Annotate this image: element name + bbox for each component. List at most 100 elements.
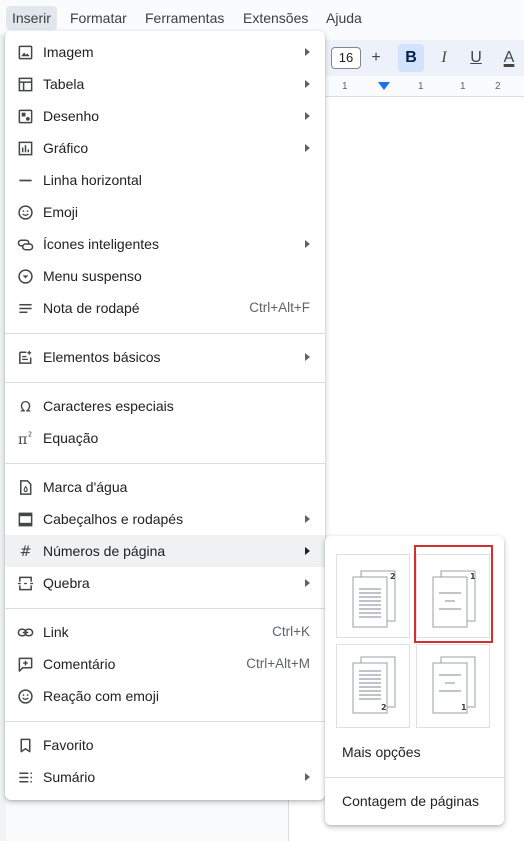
svg-text:π: π (18, 432, 27, 447)
menu-item-label: Reação com emoji (43, 688, 159, 704)
menu-item-label: Tabela (43, 76, 85, 92)
image-icon (18, 45, 33, 60)
svg-text:2: 2 (28, 431, 32, 439)
menu-item-label: Caracteres especiais (43, 398, 174, 414)
menu-formatar[interactable]: Formatar (64, 6, 133, 30)
page-number-option-top-right-all-pages[interactable]: 2 (336, 554, 410, 638)
insert-menu: Imagem Tabela Desenho Gráfico Linha hori… (5, 31, 325, 800)
smart-chip-icon (17, 239, 34, 251)
menu-item-label: Link (43, 624, 69, 640)
menu-item-link[interactable]: Link Ctrl+K (5, 616, 325, 648)
menu-item-label: Ícones inteligentes (43, 236, 159, 252)
menu-item-label: Elementos básicos (43, 349, 161, 365)
shortcut-label: Ctrl+Alt+F (249, 300, 310, 315)
more-options-item[interactable]: Mais opções (342, 742, 421, 762)
bold-button[interactable]: B (398, 44, 424, 72)
menu-bar: Inserir Formatar Ferramentas Extensões A… (0, 0, 524, 34)
watermark-icon (20, 480, 32, 495)
pi-icon: π2 (18, 431, 32, 447)
ruler-label: 2 (495, 81, 501, 92)
menu-item-numeros-de-pagina[interactable]: # Números de página (5, 535, 325, 567)
submenu-arrow-icon (305, 579, 310, 587)
submenu-arrow-icon (305, 547, 310, 555)
menu-item-elementos-basicos[interactable]: Elementos básicos (5, 341, 325, 373)
menu-item-label: Marca d'água (43, 479, 128, 495)
submenu-arrow-icon (305, 144, 310, 152)
menu-item-menu-suspenso[interactable]: Menu suspenso (5, 260, 325, 292)
menu-item-grafico[interactable]: Gráfico (5, 132, 325, 164)
menu-ferramentas[interactable]: Ferramentas (139, 6, 230, 30)
menu-divider (5, 721, 325, 722)
menu-extensoes[interactable]: Extensões (237, 6, 314, 30)
link-icon (17, 628, 34, 637)
submenu-arrow-icon (305, 240, 310, 248)
menu-item-label: Comentário (43, 656, 116, 672)
page-thumbnail-icon: 1 (432, 656, 476, 714)
menu-item-imagem[interactable]: Imagem (5, 36, 325, 68)
menu-item-comentario[interactable]: Comentário Ctrl+Alt+M (5, 648, 325, 680)
menu-ajuda[interactable]: Ajuda (320, 6, 368, 30)
page-number-glyph: 2 (381, 703, 387, 712)
italic-button[interactable]: I (431, 44, 457, 72)
ruler-label: 1 (418, 81, 424, 92)
page-number-option-bottom-right-all-pages[interactable]: 2 (336, 644, 410, 728)
menu-item-label: Emoji (43, 204, 79, 220)
dropdown-icon (18, 269, 33, 284)
menu-item-nota-de-rodape[interactable]: Nota de rodapé Ctrl+Alt+F (5, 292, 325, 324)
font-size-input[interactable]: 16 (331, 47, 361, 69)
menu-divider (5, 333, 325, 334)
increase-font-size-button[interactable]: + (363, 44, 389, 72)
submenu-arrow-icon (305, 48, 310, 56)
submenu-arrow-icon (305, 353, 310, 361)
menu-item-label: Imagem (43, 44, 94, 60)
svg-text:Ω: Ω (20, 400, 31, 415)
shortcut-label: Ctrl+Alt+M (246, 656, 310, 671)
menu-item-marca-dagua[interactable]: Marca d'água (5, 471, 325, 503)
menu-item-tabela[interactable]: Tabela (5, 68, 325, 100)
ruler[interactable]: 1 1 1 2 (325, 78, 524, 97)
menu-item-emoji[interactable]: Emoji (5, 196, 325, 228)
chart-icon (18, 141, 33, 156)
menu-item-label: Sumário (43, 769, 96, 785)
toc-icon (19, 772, 33, 783)
menu-item-icones-inteligentes[interactable]: Ícones inteligentes (5, 228, 325, 260)
omega-icon: Ω (20, 400, 31, 415)
submenu-arrow-icon (305, 515, 310, 523)
menu-item-equacao[interactable]: π2 Equação (5, 422, 325, 454)
menu-item-quebra[interactable]: Quebra (5, 567, 325, 599)
page-count-item[interactable]: Contagem de páginas (342, 791, 479, 811)
menu-item-desenho[interactable]: Desenho (5, 100, 325, 132)
page-number-glyph: 1 (461, 703, 467, 712)
menu-divider (5, 608, 325, 609)
menu-item-label: Menu suspenso (43, 268, 142, 284)
hash-icon: # (20, 544, 32, 560)
menu-divider (5, 382, 325, 383)
emoji-icon (18, 205, 33, 220)
indent-marker[interactable] (378, 82, 390, 90)
menu-item-caracteres-especiais[interactable]: Ω Caracteres especiais (5, 390, 325, 422)
menu-item-sumario[interactable]: Sumário (5, 761, 325, 793)
svg-text:#: # (20, 544, 32, 560)
horizontal-line-icon (19, 179, 32, 182)
page-number-option-bottom-right-skip-first[interactable]: 1 (416, 644, 490, 728)
menu-item-label: Números de página (43, 543, 166, 559)
menu-item-reacao-com-emoji[interactable]: Reação com emoji (5, 680, 325, 712)
menu-item-label: Linha horizontal (43, 172, 142, 188)
submenu-arrow-icon (305, 773, 310, 781)
ruler-label: 1 (342, 81, 348, 92)
menu-item-label: Equação (43, 430, 99, 446)
menu-item-label: Desenho (43, 108, 100, 124)
menu-item-linha-horizontal[interactable]: Linha horizontal (5, 164, 325, 196)
submenu-divider (325, 777, 504, 778)
text-color-button[interactable]: A (496, 44, 522, 72)
underline-button[interactable]: U (463, 44, 489, 72)
bookmark-icon (20, 738, 31, 753)
menu-item-favorito[interactable]: Favorito (5, 729, 325, 761)
submenu-arrow-icon (305, 80, 310, 88)
menu-item-label: Nota de rodapé (43, 300, 140, 316)
menu-item-cabecalhos-e-rodapes[interactable]: Cabeçalhos e rodapés (5, 503, 325, 535)
menu-item-label: Quebra (43, 575, 90, 591)
menu-inserir[interactable]: Inserir (6, 6, 57, 30)
menu-item-label: Gráfico (43, 140, 89, 156)
building-blocks-icon (19, 350, 32, 364)
